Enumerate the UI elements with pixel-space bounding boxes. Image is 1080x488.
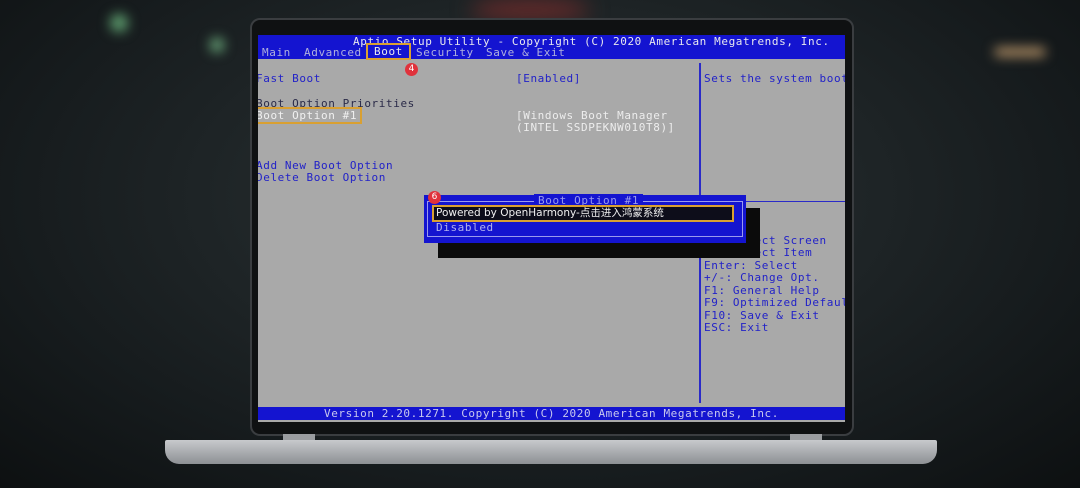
help-key: ESC: Exit xyxy=(704,321,770,334)
fast-boot-label[interactable]: Fast Boot xyxy=(258,72,321,85)
help-description: Sets the system boot xyxy=(704,72,845,85)
boot-option-dialog: Boot Option #1 Powered by OpenHarmony-点击… xyxy=(424,191,746,243)
tab-boot[interactable]: Boot xyxy=(366,43,411,60)
fast-boot-value[interactable]: [Enabled] xyxy=(516,72,581,85)
background-light xyxy=(995,48,1045,56)
dialog-option-openharmony[interactable]: Powered by OpenHarmony-点击进入鸿蒙系统 xyxy=(432,205,734,222)
background-light xyxy=(210,38,224,52)
dialog-option-disabled[interactable]: Disabled xyxy=(436,221,494,234)
delete-boot-option[interactable]: Delete Boot Option xyxy=(258,171,386,184)
help-key: F9: Optimized Defaults xyxy=(704,296,845,309)
help-key: +/-: Change Opt. xyxy=(704,271,820,284)
laptop-base xyxy=(165,440,937,464)
tab-advanced[interactable]: Advanced xyxy=(304,46,362,59)
background-light xyxy=(110,14,128,32)
boot-option-1-device: (INTEL SSDPEKNW010T8)] xyxy=(516,121,675,134)
step-badge: 4 xyxy=(405,63,418,76)
bios-screen: Aptio Setup Utility - Copyright (C) 2020… xyxy=(258,35,845,422)
step-badge: 6 xyxy=(428,191,441,204)
tab-save-exit[interactable]: Save & Exit xyxy=(486,46,565,59)
tab-security[interactable]: Security xyxy=(416,46,474,59)
bios-footer: Version 2.20.1271. Copyright (C) 2020 Am… xyxy=(258,407,845,420)
tab-main[interactable]: Main xyxy=(262,46,291,59)
dialog-title: Boot Option #1 xyxy=(534,194,644,207)
background-light xyxy=(470,0,590,20)
boot-option-1-label[interactable]: Boot Option #1 xyxy=(258,107,363,124)
